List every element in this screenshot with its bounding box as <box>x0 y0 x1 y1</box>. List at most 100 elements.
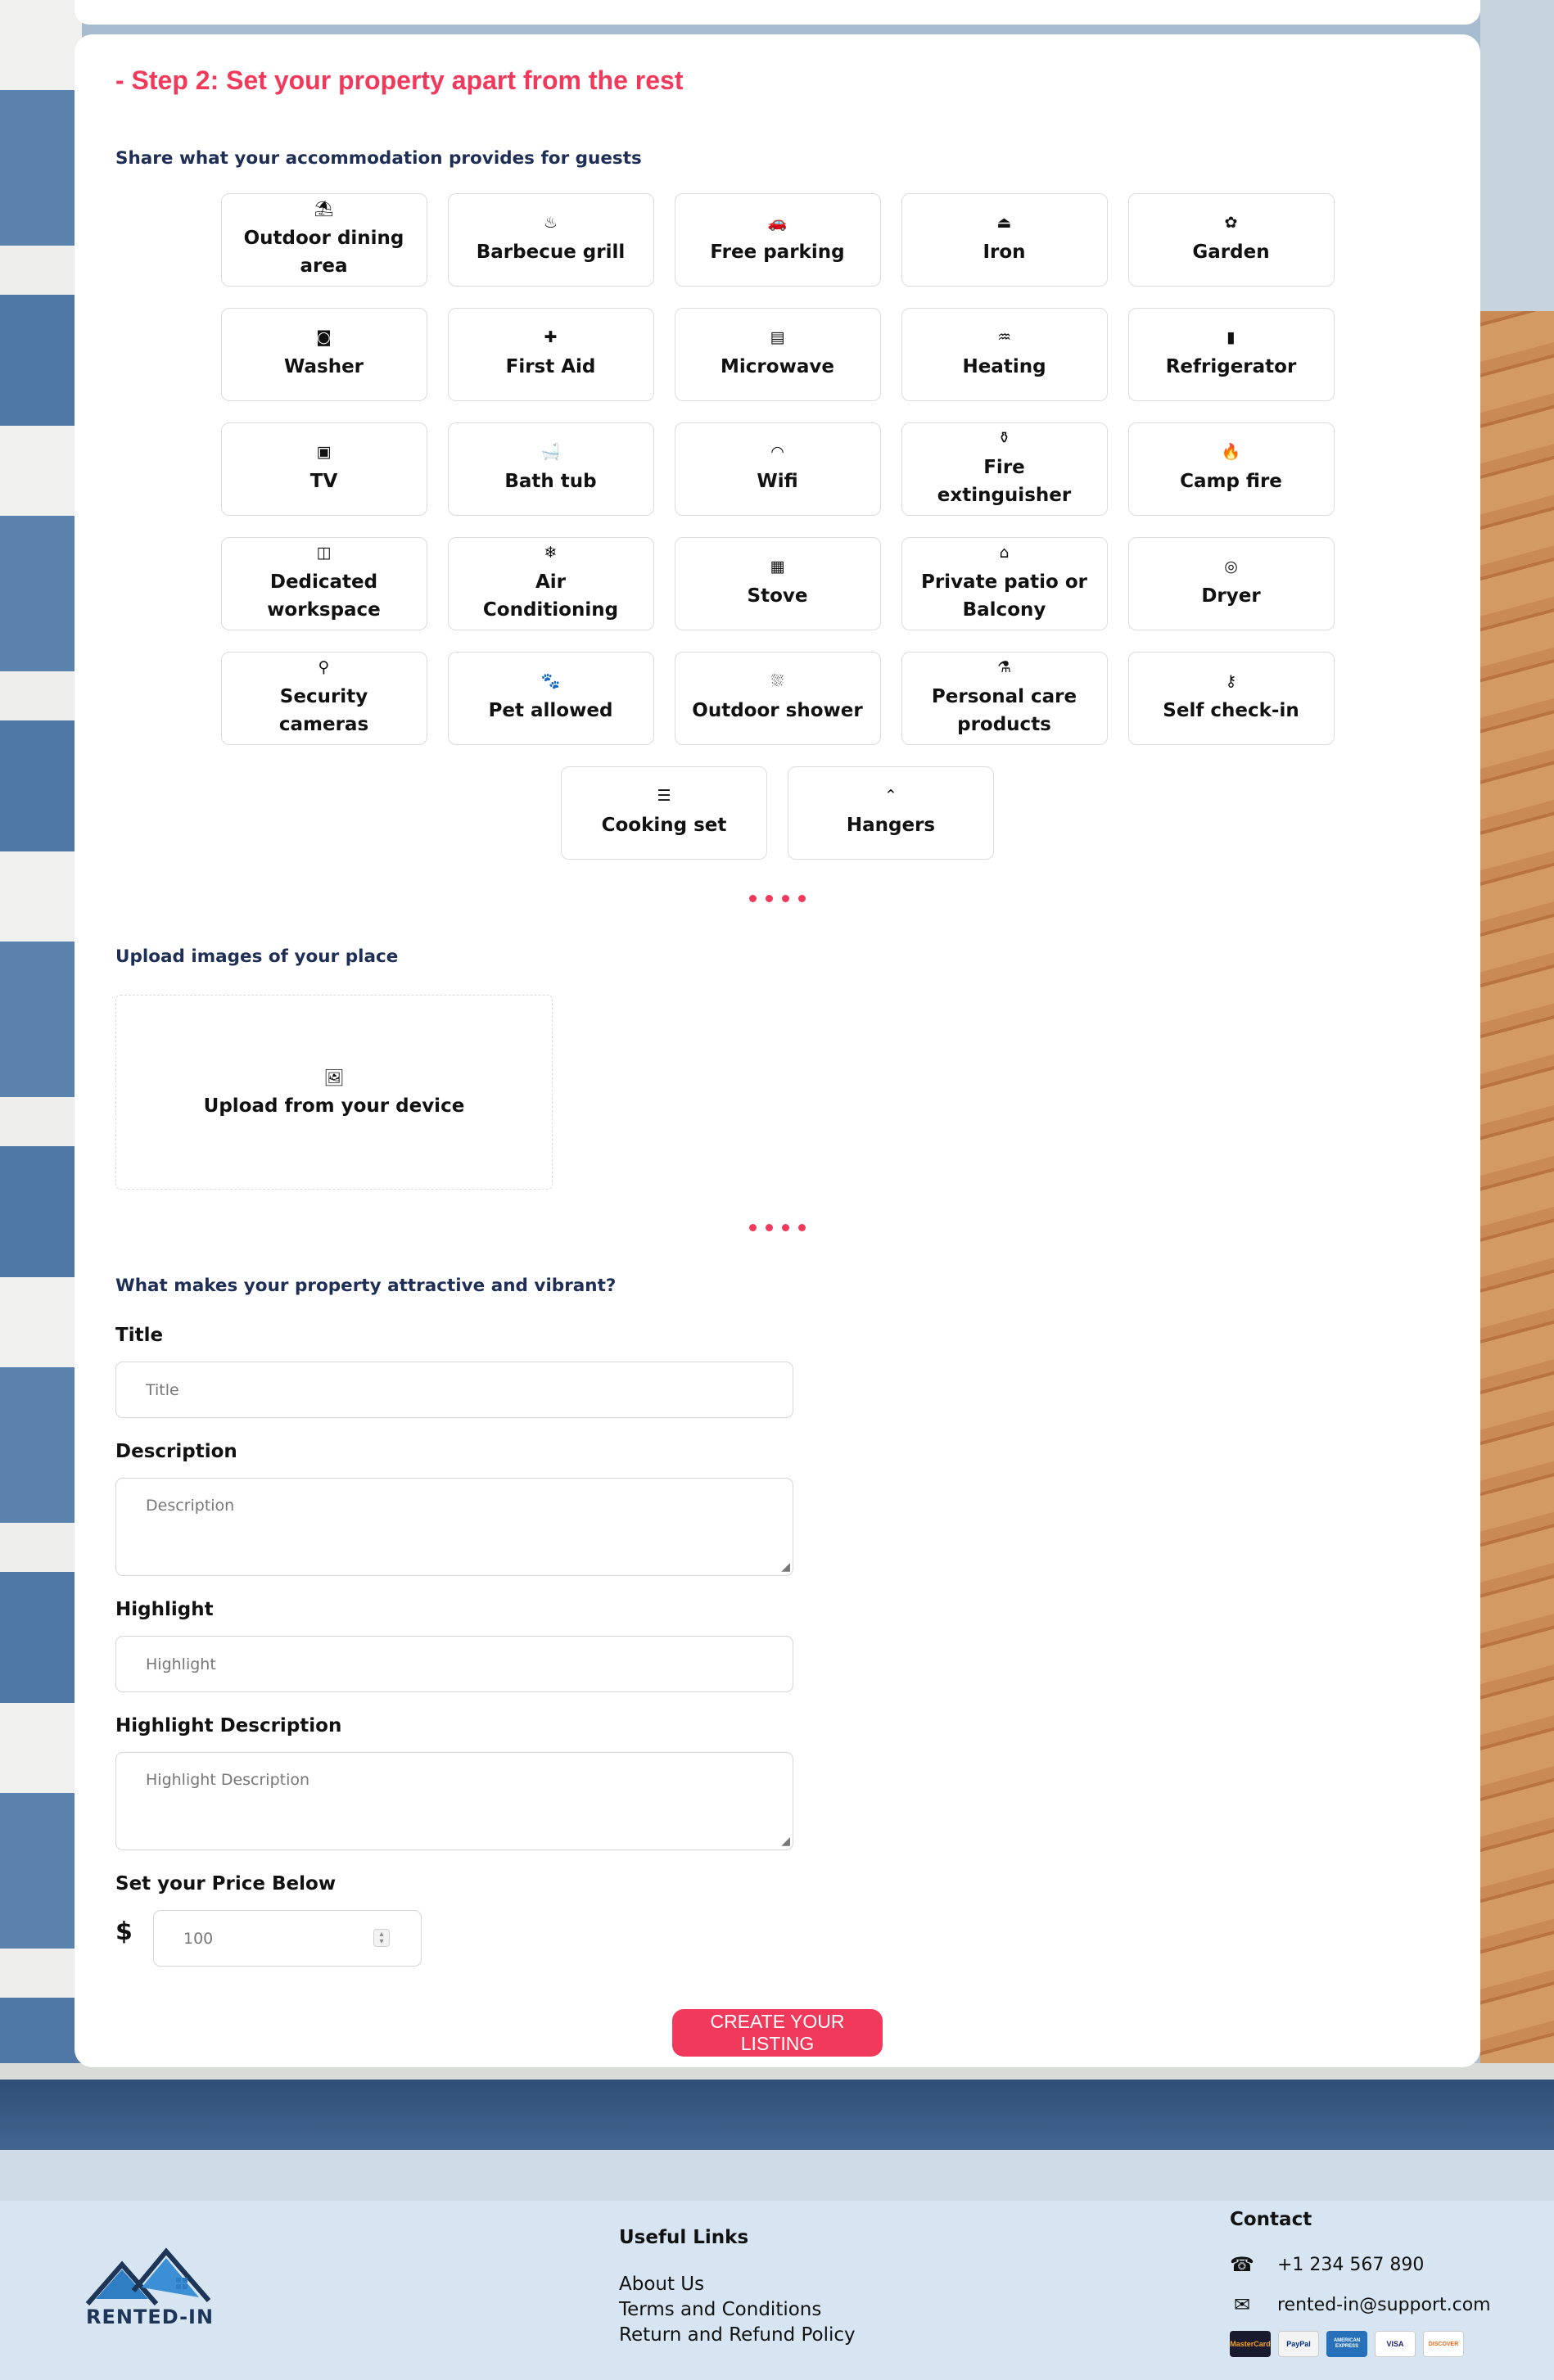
amenity-label: Camp fire <box>1180 471 1282 492</box>
camera-icon: ⚲ <box>318 658 330 676</box>
highlight-placeholder: Highlight <box>146 1655 216 1673</box>
amenity-option[interactable]: 🚗 Free parking <box>674 193 881 287</box>
upload-dropzone[interactable]: 🖼 Upload from your device <box>115 995 553 1190</box>
details-heading: What makes your property attractive and … <box>115 1276 617 1296</box>
amenity-option[interactable]: 🐾 Pet allowed <box>447 652 654 745</box>
amenities-row: ◫ Dedicated workspace ❄ Air Conditioning ▦ St… <box>75 537 1480 630</box>
amenity-option[interactable]: ▣ TV <box>220 422 427 516</box>
amenity-option[interactable]: 🛁 Bath tub <box>447 422 654 516</box>
section-divider <box>75 1224 1480 1231</box>
amenity-option[interactable]: ⏏ Iron <box>901 193 1108 287</box>
price-value: 100 <box>183 1929 214 1948</box>
fire-extinguisher-icon: ⚱ <box>997 429 1011 447</box>
amenity-option[interactable]: ♨ Barbecue grill <box>447 193 654 287</box>
amenity-label: Garden <box>1192 242 1270 263</box>
amenity-label: Microwave <box>721 356 834 377</box>
amenity-label: Cooking set <box>601 815 727 836</box>
amenity-option[interactable]: ◫ Dedicated workspace <box>220 537 427 630</box>
amenity-option[interactable]: ⌃ Hangers <box>788 766 994 860</box>
campfire-icon: 🔥 <box>1221 443 1241 461</box>
building-left <box>0 0 82 2150</box>
amenity-option[interactable]: ✚ First Aid <box>447 308 654 401</box>
price-label: Set your Price Below <box>115 1873 337 1895</box>
useful-links-heading: Useful Links <box>619 2227 749 2248</box>
amenity-label: Wifi <box>757 471 798 492</box>
title-placeholder: Title <box>146 1380 179 1399</box>
stepper-icon[interactable]: ▴ ▾ <box>373 1929 390 1947</box>
link-terms[interactable]: Terms and Conditions <box>619 2299 821 2320</box>
amenity-label: Private patio or Balcony <box>920 571 1087 621</box>
amenity-option[interactable]: ◠ Wifi <box>674 422 881 516</box>
snowflake-icon: ❄ <box>544 544 558 562</box>
amenity-option[interactable]: ▮ Refrigerator <box>1127 308 1335 401</box>
amenity-option[interactable]: ⚲ Security cameras <box>220 652 427 745</box>
contact-phone[interactable]: ☎ +1 234 567 890 <box>1230 2253 1424 2276</box>
step-title: - Step 2: Set your property apart from t… <box>115 65 684 95</box>
amenity-option[interactable]: ⚗ Personal care products <box>901 652 1108 745</box>
amenity-option[interactable]: ⚱ Fire extinguisher <box>901 422 1108 516</box>
bathtub-icon: 🛁 <box>540 443 561 461</box>
amenity-option[interactable]: ♒ Heating <box>901 308 1108 401</box>
shower-icon: ⛆ <box>770 672 784 690</box>
highlight-description-textarea[interactable]: Highlight Description ◢ <box>115 1752 793 1850</box>
amenities-row: ☰ Cooking set ⌃ Hangers <box>75 766 1480 860</box>
amenity-label: Dryer <box>1201 585 1261 607</box>
amenity-option[interactable]: ❄ Air Conditioning <box>447 537 654 630</box>
garden-icon: ✿ <box>1224 214 1238 232</box>
amenity-option[interactable]: ⛱ Outdoor dining area <box>220 193 427 287</box>
amenity-option[interactable]: ◙ Washer <box>220 308 427 401</box>
amenity-label: Outdoor dining area <box>243 228 404 277</box>
amenity-option[interactable]: ◎ Dryer <box>1127 537 1335 630</box>
amenities-grid: ⛱ Outdoor dining area ♨ Barbecue grill 🚗 Free… <box>75 193 1480 881</box>
amenities-row: ◙ Washer ✚ First Aid ▤ Microwave ♒ Heating ▮ Refr… <box>75 308 1480 401</box>
amenity-label: Barbecue grill <box>476 242 626 263</box>
sky-right <box>1480 0 1554 327</box>
building-right <box>1480 311 1554 2150</box>
amenity-option[interactable]: ✿ Garden <box>1127 193 1335 287</box>
upload-heading: Upload images of your place <box>115 946 399 967</box>
brand-name: RENTED-IN <box>86 2305 215 2328</box>
amenity-label: Iron <box>983 242 1026 263</box>
price-input[interactable]: 100 ▴ ▾ <box>153 1910 422 1967</box>
amenity-label: Stove <box>747 585 808 607</box>
amenity-label: Bath tub <box>504 471 597 492</box>
amenity-label: First Aid <box>505 356 596 377</box>
amenity-option[interactable]: ⛆ Outdoor shower <box>674 652 881 745</box>
amenity-label: TV <box>309 471 338 492</box>
amenity-option[interactable]: ⌂ Private patio or Balcony <box>901 537 1108 630</box>
create-listing-button[interactable]: CREATE YOUR LISTING <box>672 2009 883 2057</box>
amenity-option[interactable]: ▤ Microwave <box>674 308 881 401</box>
resize-grip-icon[interactable]: ◢ <box>781 1836 790 1847</box>
amenity-label: Personal care products <box>931 686 1077 735</box>
house-roof-icon <box>85 2247 211 2305</box>
amenity-label: Heating <box>962 356 1046 377</box>
amenity-option[interactable]: ☰ Cooking set <box>561 766 767 860</box>
amenity-label: Fire extinguisher <box>937 457 1072 506</box>
description-textarea[interactable]: Description ◢ <box>115 1478 793 1576</box>
heating-icon: ♒ <box>996 328 1012 346</box>
images-icon: 🖼 <box>323 1068 345 1087</box>
stove-icon: ▦ <box>770 558 785 576</box>
dryer-icon: ◎ <box>1224 558 1238 576</box>
amenity-option[interactable]: ▦ Stove <box>674 537 881 630</box>
resize-grip-icon[interactable]: ◢ <box>781 1561 790 1573</box>
amenity-option[interactable]: ⚷ Self check-in <box>1127 652 1335 745</box>
discover-icon: DISCOVER <box>1423 2331 1464 2357</box>
link-refund-policy[interactable]: Return and Refund Policy <box>619 2324 856 2346</box>
section-divider <box>75 895 1480 902</box>
payment-cards: MasterCard PayPal AMERICAN EXPRESS VISA … <box>1230 2331 1464 2357</box>
contact-email[interactable]: ✉ rented-in@support.com <box>1230 2293 1491 2316</box>
paw-icon: 🐾 <box>540 672 561 690</box>
step-2-card: - Step 2: Set your property apart from t… <box>75 34 1480 2067</box>
car-icon: 🚗 <box>767 214 788 232</box>
title-input[interactable]: Title <box>115 1362 793 1418</box>
brand-logo[interactable]: RENTED-IN <box>84 2240 215 2346</box>
highlight-input[interactable]: Highlight <box>115 1636 793 1692</box>
highlight-label: Highlight <box>115 1599 214 1620</box>
grill-icon: ♨ <box>543 214 558 232</box>
amenity-label: Outdoor shower <box>692 700 863 721</box>
email-address: rented-in@support.com <box>1277 2294 1491 2315</box>
link-about-us[interactable]: About Us <box>619 2274 704 2295</box>
mastercard-icon: MasterCard <box>1230 2331 1271 2357</box>
amenity-option[interactable]: 🔥 Camp fire <box>1127 422 1335 516</box>
